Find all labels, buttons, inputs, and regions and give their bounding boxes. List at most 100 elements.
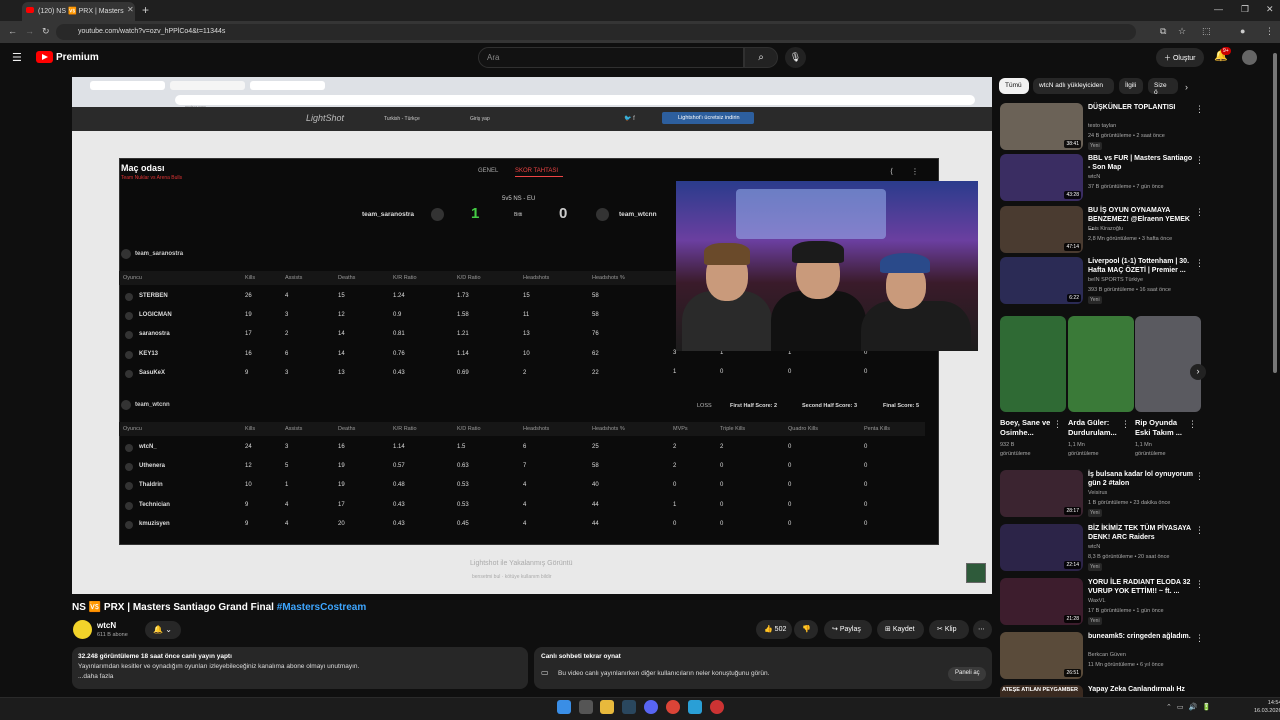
filter-chip[interactable]: Tümü bbox=[999, 78, 1029, 94]
close-window-icon[interactable]: ✕ bbox=[1266, 4, 1274, 15]
back-icon[interactable]: ← bbox=[8, 26, 17, 36]
maximize-icon[interactable]: ❐ bbox=[1241, 4, 1249, 15]
short-thumbnail[interactable] bbox=[1068, 316, 1134, 412]
open-panel-button[interactable]: Paneli aç bbox=[948, 667, 986, 681]
create-button[interactable]: ＋ Oluştur bbox=[1156, 48, 1204, 67]
video-title[interactable]: buneamk5: cringeden ağladım. bbox=[1088, 632, 1196, 641]
search-taskbar-icon[interactable] bbox=[579, 700, 593, 714]
minimize-icon[interactable]: — bbox=[1214, 4, 1223, 14]
table-cell: 5 bbox=[285, 463, 289, 470]
table-cell: 1.14 bbox=[457, 350, 469, 357]
hamburger-menu-icon[interactable]: ☰ bbox=[12, 51, 22, 64]
short-title[interactable]: Rip Oyunda Eski Takım ... bbox=[1135, 418, 1189, 438]
video-channel[interactable]: testo taylan bbox=[1088, 123, 1116, 129]
discord-icon[interactable] bbox=[644, 700, 658, 714]
short-menu-icon[interactable]: ⋮ bbox=[1053, 419, 1062, 430]
subscribe-bell-button[interactable]: 🔔 ⌄ bbox=[145, 621, 181, 639]
chips-next-icon[interactable]: › bbox=[1185, 82, 1188, 92]
search-button[interactable]: ⌕ bbox=[744, 47, 778, 68]
shorts-next-icon[interactable]: › bbox=[1190, 364, 1206, 380]
video-title[interactable]: DÜŞKÜNLER TOPLANTISI bbox=[1088, 103, 1196, 112]
steam-icon[interactable] bbox=[622, 700, 636, 714]
video-thumbnail[interactable]: 43:28 bbox=[1000, 154, 1083, 201]
like-button[interactable]: 👍 502 bbox=[756, 620, 792, 639]
clip-button[interactable]: ✂ Klip bbox=[929, 620, 969, 639]
telegram-icon[interactable] bbox=[688, 700, 702, 714]
video-channel[interactable]: WaxVL bbox=[1088, 598, 1106, 604]
short-menu-icon[interactable]: ⋮ bbox=[1121, 419, 1130, 430]
video-title[interactable]: BBL vs FUR | Masters Santiago - Son Map bbox=[1088, 154, 1196, 172]
last-video-thumbnail[interactable]: ATEŞE ATILAN PEYGAMBER bbox=[1000, 685, 1083, 697]
app-icon[interactable] bbox=[710, 700, 724, 714]
video-menu-icon[interactable]: ⋮ bbox=[1195, 104, 1204, 115]
channel-avatar[interactable] bbox=[73, 620, 92, 639]
short-menu-icon[interactable]: ⋮ bbox=[1188, 419, 1197, 430]
menu-kebab-icon[interactable]: ⋮ bbox=[1265, 26, 1274, 37]
video-channel[interactable]: Enis Kirazoğlu bbox=[1088, 226, 1123, 232]
short-title[interactable]: Boey, Sane ve Osimhe... bbox=[1000, 418, 1054, 438]
player-name: KEY13 bbox=[139, 350, 159, 357]
channel-name[interactable]: wtcN bbox=[97, 621, 116, 630]
profile-icon[interactable]: ● bbox=[1240, 26, 1245, 36]
video-thumbnail[interactable]: 22:14 bbox=[1000, 524, 1083, 571]
short-thumbnail[interactable] bbox=[1135, 316, 1201, 412]
filter-chip[interactable]: İlgili bbox=[1119, 78, 1143, 94]
video-channel[interactable]: wtcN bbox=[1088, 544, 1100, 550]
voice-search-button[interactable]: 🎙 bbox=[785, 47, 806, 68]
youtube-premium-brand[interactable]: Premium bbox=[56, 52, 99, 63]
video-menu-icon[interactable]: ⋮ bbox=[1195, 258, 1204, 269]
table-cell: 44 bbox=[592, 501, 599, 508]
video-menu-icon[interactable]: ⋮ bbox=[1195, 155, 1204, 166]
video-thumbnail[interactable]: 38:41 bbox=[1000, 103, 1083, 150]
video-thumbnail[interactable]: 21:28 bbox=[1000, 578, 1083, 625]
video-channel[interactable]: wtcN bbox=[1088, 174, 1100, 180]
video-thumbnail[interactable]: 26:51 bbox=[1000, 632, 1083, 679]
search-input[interactable]: Ara bbox=[478, 47, 744, 68]
video-title[interactable]: YORU İLE RADIANT ELODA 32 VURUP YOK ETTİ… bbox=[1088, 578, 1196, 596]
start-icon[interactable] bbox=[557, 700, 571, 714]
video-thumbnail[interactable]: 28:17 bbox=[1000, 470, 1083, 517]
show-more-link[interactable]: ...daha fazla bbox=[78, 673, 113, 680]
new-tab-icon[interactable]: + bbox=[142, 3, 149, 17]
video-channel[interactable]: Veisirus bbox=[1088, 490, 1107, 496]
close-tab-icon[interactable]: ✕ bbox=[127, 5, 134, 14]
last-video-title[interactable]: Yapay Zeka Canlandırmalı Hz bbox=[1088, 685, 1196, 694]
youtube-logo-icon[interactable] bbox=[36, 51, 53, 63]
filter-chip[interactable]: wtcN adlı yükleyiciden bbox=[1033, 78, 1114, 94]
save-button[interactable]: ⊞ Kaydet bbox=[877, 620, 924, 639]
short-thumbnail[interactable] bbox=[1000, 316, 1066, 412]
account-avatar[interactable] bbox=[1242, 50, 1257, 65]
file-explorer-icon[interactable] bbox=[600, 700, 614, 714]
video-menu-icon[interactable]: ⋮ bbox=[1195, 471, 1204, 482]
reload-icon[interactable]: ↻ bbox=[42, 26, 50, 37]
chrome-icon[interactable] bbox=[666, 700, 680, 714]
video-menu-icon[interactable]: ⋮ bbox=[1195, 579, 1204, 590]
browser-tab[interactable]: (120) NS 🆚 PRX | Masters bbox=[22, 2, 135, 21]
video-hashtag-link[interactable]: #MastersCostream bbox=[277, 602, 367, 613]
table-cell: 44 bbox=[592, 520, 599, 527]
cast-icon[interactable]: ⧉ bbox=[1160, 26, 1166, 37]
video-channel[interactable]: Berkcan Güven bbox=[1088, 652, 1126, 658]
video-thumbnail[interactable]: 6:22 bbox=[1000, 257, 1083, 304]
more-actions-button[interactable]: ⋯ bbox=[973, 620, 992, 639]
short-title[interactable]: Arda Güler: Durdurulam... bbox=[1068, 418, 1122, 438]
video-menu-icon[interactable]: ⋮ bbox=[1195, 525, 1204, 536]
taskbar-clock[interactable]: 14:54 16.03.2026 bbox=[1254, 699, 1280, 715]
video-title[interactable]: Liverpool (1-1) Tottenham | 30. Hafta MA… bbox=[1088, 257, 1196, 275]
share-button[interactable]: ↪ Paylaş bbox=[824, 620, 872, 639]
video-menu-icon[interactable]: ⋮ bbox=[1195, 207, 1204, 218]
dislike-button[interactable]: 👎 bbox=[794, 620, 818, 639]
video-title[interactable]: BİZ İKİMİZ TEK TÜM PİYASAYA DENK! ARC Ra… bbox=[1088, 524, 1196, 542]
scrollbar-thumb[interactable] bbox=[1273, 53, 1277, 373]
extensions-icon[interactable]: ⬚ bbox=[1202, 26, 1211, 37]
url-field[interactable]: youtube.com/watch?v=ozv_hPPlCo4&t=11344s bbox=[56, 24, 1136, 40]
forward-icon[interactable]: → bbox=[25, 26, 34, 36]
video-thumbnail[interactable]: 47:14 bbox=[1000, 206, 1083, 253]
video-channel[interactable]: beIN SPORTS Türkiye bbox=[1088, 277, 1143, 283]
system-tray-icons[interactable]: ⌃▭🔊🔋 bbox=[1166, 703, 1216, 711]
filter-chip[interactable]: Size ö bbox=[1148, 78, 1178, 96]
video-title[interactable]: İş bulsana kadar lol oynuyorum gün 2 #ta… bbox=[1088, 470, 1196, 488]
bookmark-star-icon[interactable]: ☆ bbox=[1178, 26, 1186, 37]
video-menu-icon[interactable]: ⋮ bbox=[1195, 633, 1204, 644]
table-cell: 0 bbox=[788, 369, 792, 376]
